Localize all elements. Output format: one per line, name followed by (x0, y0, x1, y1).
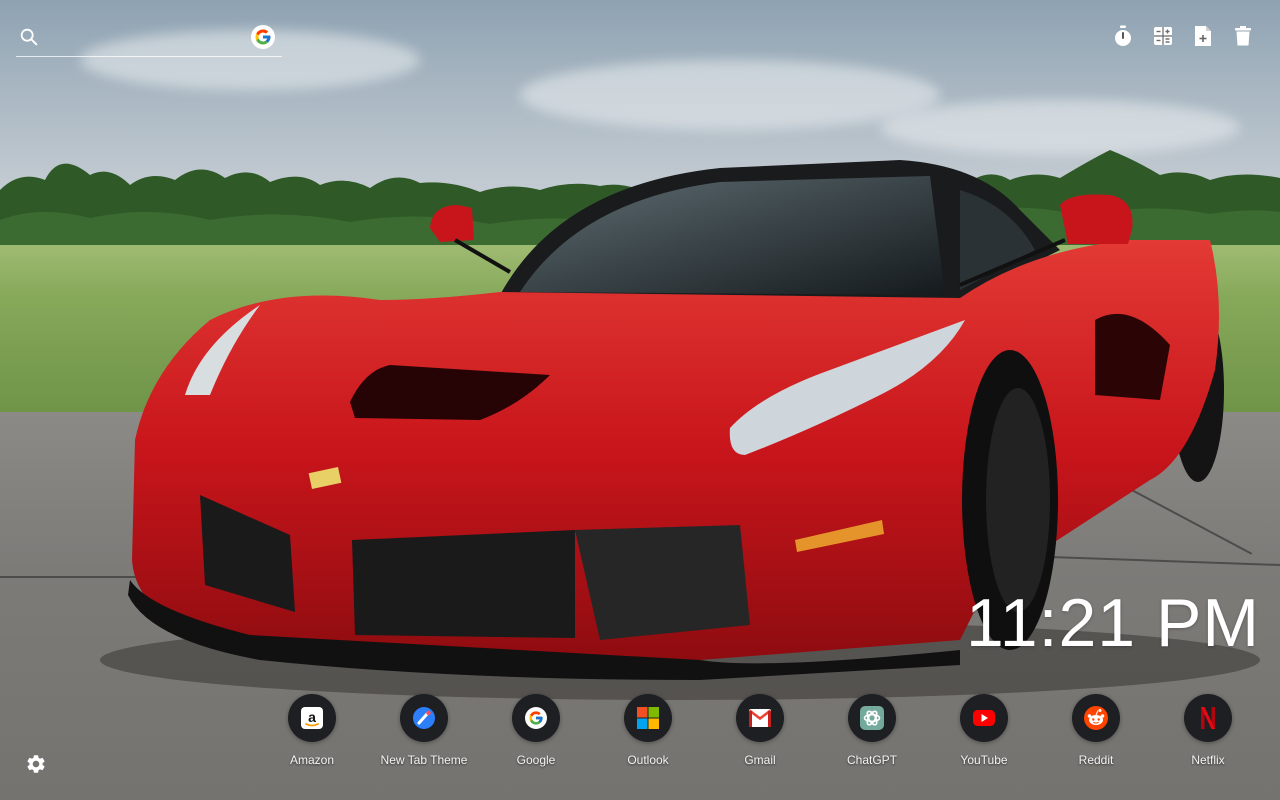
svg-text:a: a (308, 709, 316, 725)
google-icon[interactable] (251, 25, 275, 49)
chatgpt-icon (848, 694, 896, 742)
trash-icon[interactable] (1232, 24, 1254, 48)
outlook-icon (624, 694, 672, 742)
shortcut-outlook[interactable]: Outlook (592, 694, 704, 767)
background-wallpaper (0, 0, 1280, 800)
youtube-icon (960, 694, 1008, 742)
reddit-icon (1072, 694, 1120, 742)
shortcut-chatgpt[interactable]: ChatGPT (816, 694, 928, 767)
google-icon (512, 694, 560, 742)
search-input[interactable] (46, 26, 250, 50)
shortcut-amazon[interactable]: a Amazon (256, 694, 368, 767)
amazon-icon: a (288, 694, 336, 742)
shortcut-label: Google (516, 753, 556, 767)
search-icon[interactable] (18, 26, 40, 48)
shortcut-label: Netflix (1191, 753, 1225, 767)
red-supercar-illustration (100, 160, 1260, 700)
document-icon[interactable] (1192, 24, 1214, 48)
shortcut-gmail[interactable]: Gmail (704, 694, 816, 767)
shortcut-label: YouTube (960, 753, 1008, 767)
shortcut-label: ChatGPT (846, 753, 897, 767)
gmail-icon (736, 694, 784, 742)
clock-time: 11:21 PM (965, 585, 1260, 661)
calculator-icon[interactable] (1152, 24, 1174, 48)
search-bar (16, 20, 282, 57)
shortcut-label: New Tab Theme (380, 753, 468, 767)
netflix-icon (1184, 694, 1232, 742)
shortcut-label: Gmail (744, 753, 776, 767)
shortcut-youtube[interactable]: YouTube (928, 694, 1040, 767)
shortcut-label: Outlook (627, 753, 669, 767)
shortcut-label: Reddit (1078, 753, 1114, 767)
shortcut-netflix[interactable]: Netflix (1152, 694, 1264, 767)
shortcut-google[interactable]: Google (480, 694, 592, 767)
shortcut-reddit[interactable]: Reddit (1040, 694, 1152, 767)
timer-icon[interactable] (1112, 24, 1134, 48)
toolbar (1112, 24, 1254, 48)
gear-icon[interactable] (25, 753, 47, 775)
shortcut-label: Amazon (289, 753, 335, 767)
shortcuts-dock: a Amazon New Tab Theme Google Outlook Gm… (256, 694, 1264, 774)
shortcut-new-tab-theme[interactable]: New Tab Theme (368, 694, 480, 767)
new-tab-theme-icon (400, 694, 448, 742)
